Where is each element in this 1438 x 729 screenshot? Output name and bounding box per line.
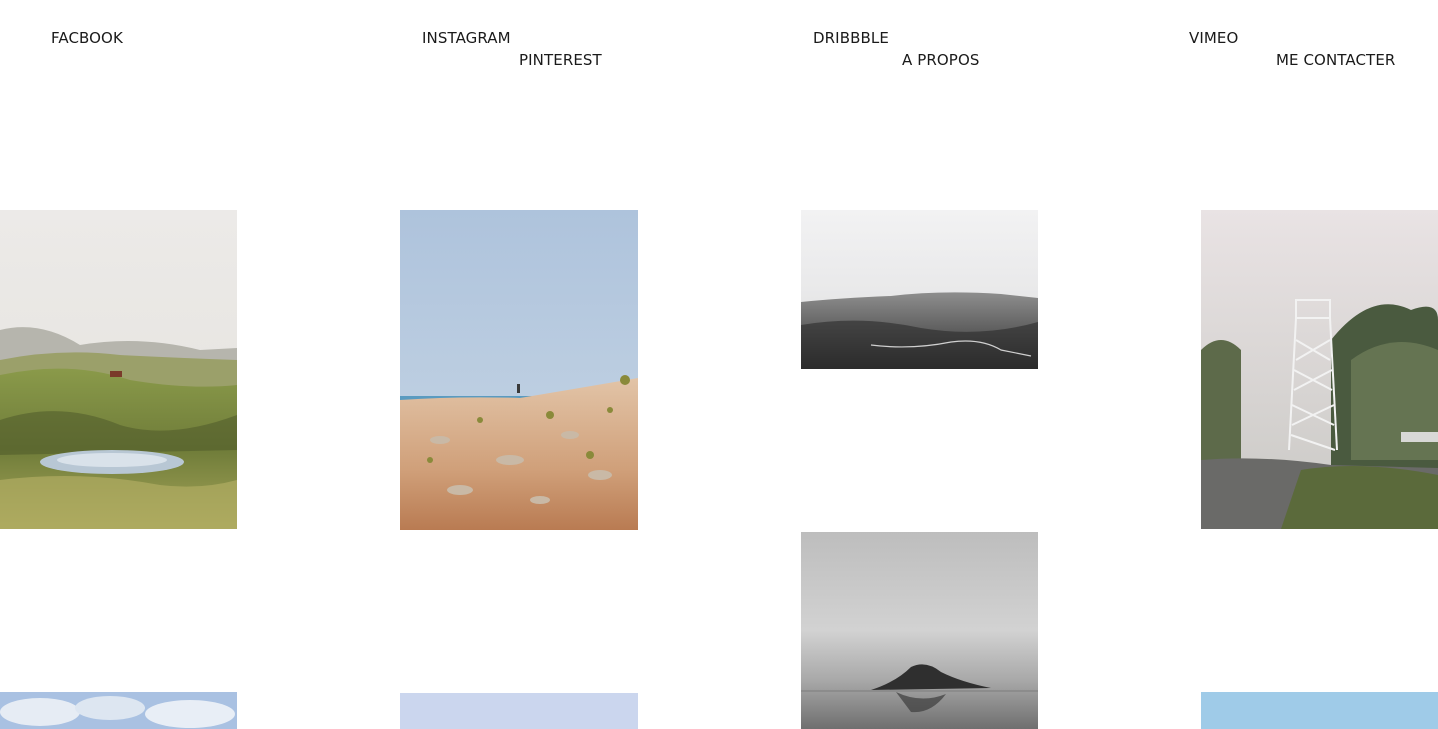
pale-blue-sky-photo[interactable]: [400, 693, 638, 729]
fire-lookout-tower-photo[interactable]: [1201, 210, 1438, 529]
nav-link-instagram[interactable]: INSTAGRAM: [422, 29, 511, 47]
nav-link-facebook[interactable]: FACBOOK: [51, 29, 123, 47]
misty-valley-bw-photo[interactable]: [801, 210, 1038, 369]
nav-link-dribbble[interactable]: DRIBBBLE: [813, 29, 889, 47]
clear-blue-sky-photo[interactable]: [1201, 692, 1438, 729]
green-hills-pond-photo[interactable]: [0, 210, 237, 529]
nav-link-contact[interactable]: ME CONTACTER: [1276, 51, 1395, 69]
desert-dune-hiker-photo[interactable]: [400, 210, 638, 530]
page: FACBOOK INSTAGRAM PINTEREST DRIBBBLE A P…: [0, 0, 1438, 729]
nav-link-about[interactable]: A PROPOS: [902, 51, 979, 69]
foggy-rock-sea-bw-photo[interactable]: [801, 532, 1038, 729]
nav-link-vimeo[interactable]: VIMEO: [1189, 29, 1238, 47]
nav-link-pinterest[interactable]: PINTEREST: [519, 51, 602, 69]
cloudy-sky-photo[interactable]: [0, 692, 237, 729]
